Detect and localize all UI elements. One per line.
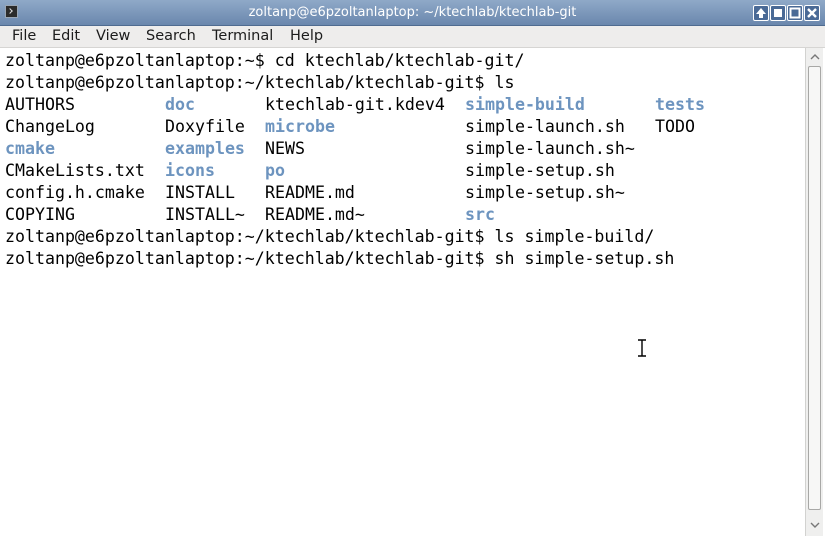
command: ls <box>494 73 515 92</box>
menu-bar: File Edit View Search Terminal Help <box>0 26 825 48</box>
terminal-line-9: zoltanp@e6pzoltanlaptop:~/ktechlab/ktech… <box>5 226 654 248</box>
ls-file-entry: README.md~ <box>265 205 365 224</box>
ls-directory-entry: cmake <box>5 139 55 158</box>
command: ls simple-build/ <box>494 227 655 246</box>
ls-file-entry: simple-launch.sh <box>465 117 625 136</box>
ibeam-cursor-icon <box>638 339 646 357</box>
maximize-button[interactable] <box>787 5 803 21</box>
prompt: zoltanp@e6pzoltanlaptop:~/ktechlab/ktech… <box>5 249 495 268</box>
ls-file-entry: AUTHORS <box>5 95 75 114</box>
prompt: zoltanp@e6pzoltanlaptop:~/ktechlab/ktech… <box>5 73 495 92</box>
terminal-line-1: zoltanp@e6pzoltanlaptop:~$ cd ktechlab/k… <box>5 50 525 72</box>
ls-file-entry: simple-setup.sh~ <box>465 183 625 202</box>
ls-file-entry: simple-launch.sh~ <box>465 139 635 158</box>
ls-file-entry: INSTALL <box>165 183 235 202</box>
maximize-icon <box>789 7 801 19</box>
ls-file-entry: NEWS <box>265 139 305 158</box>
close-icon <box>807 8 817 18</box>
minimize-icon <box>774 9 782 17</box>
scroll-up-icon[interactable] <box>808 50 822 64</box>
title-bar[interactable]: zoltanp@e6pzoltanlaptop: ~/ktechlab/ktec… <box>0 0 825 26</box>
scroll-down-icon[interactable] <box>808 518 822 532</box>
terminal-output[interactable]: zoltanp@e6pzoltanlaptop:~$ cd ktechlab/k… <box>0 48 805 536</box>
ls-file-entry: ktechlab-git.kdev4 <box>265 95 445 114</box>
vertical-scrollbar[interactable] <box>805 48 823 536</box>
scrollbar-thumb[interactable] <box>808 66 821 510</box>
menu-view[interactable]: View <box>96 28 130 44</box>
raise-button[interactable] <box>753 5 769 21</box>
ls-file-entry: TODO <box>655 117 695 136</box>
ls-file-entry: config.h.cmake <box>5 183 145 202</box>
menu-help[interactable]: Help <box>290 28 323 44</box>
menu-edit[interactable]: Edit <box>52 28 80 44</box>
close-button[interactable] <box>804 5 820 21</box>
menu-search[interactable]: Search <box>146 28 196 44</box>
prompt: zoltanp@e6pzoltanlaptop:~$ <box>5 51 275 70</box>
menu-terminal[interactable]: Terminal <box>212 28 273 44</box>
ls-directory-entry: icons <box>165 161 215 180</box>
ls-directory-entry: tests <box>655 95 705 114</box>
ls-directory-entry: microbe <box>265 117 335 136</box>
command: cd ktechlab/ktechlab-git/ <box>274 51 525 70</box>
prompt: zoltanp@e6pzoltanlaptop:~/ktechlab/ktech… <box>5 227 495 246</box>
ls-file-entry: COPYING <box>5 205 75 224</box>
window-title: zoltanp@e6pzoltanlaptop: ~/ktechlab/ktec… <box>248 5 577 20</box>
ls-file-entry: README.md <box>265 183 355 202</box>
ls-directory-entry: po <box>265 161 285 180</box>
ls-file-entry: Doxyfile <box>165 117 245 136</box>
command: sh simple-setup.sh <box>494 249 675 268</box>
ls-directory-entry: simple-build <box>465 95 585 114</box>
ls-file-entry: simple-setup.sh <box>465 161 615 180</box>
terminal-line-2: zoltanp@e6pzoltanlaptop:~/ktechlab/ktech… <box>5 72 515 94</box>
menu-file[interactable]: File <box>12 28 36 44</box>
ls-directory-entry: src <box>465 205 495 224</box>
minimize-button[interactable] <box>770 5 786 21</box>
ls-file-entry: ChangeLog <box>5 117 95 136</box>
raise-icon <box>756 8 766 18</box>
ls-file-entry: INSTALL~ <box>165 205 245 224</box>
terminal-line-10: zoltanp@e6pzoltanlaptop:~/ktechlab/ktech… <box>5 248 674 270</box>
ls-directory-entry: examples <box>165 139 245 158</box>
ls-file-entry: CMakeLists.txt <box>5 161 145 180</box>
ls-directory-entry: doc <box>165 95 195 114</box>
